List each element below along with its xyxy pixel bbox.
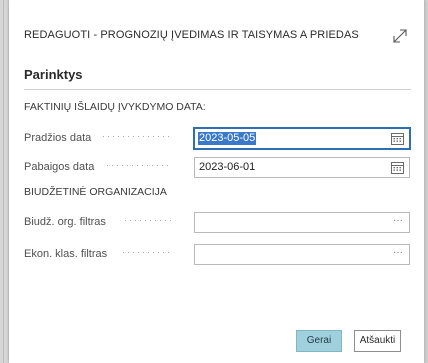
econ-filter-label: Ekon. klas. filtras <box>24 248 108 260</box>
cancel-button[interactable]: Atšaukti <box>354 330 401 352</box>
start-date-value: 2023-05-05 <box>198 132 257 145</box>
calendar-icon[interactable] <box>391 132 404 145</box>
dialog-title: REDAGUOTI - PROGNOZIŲ ĮVEDIMAS IR TAISYM… <box>24 29 359 41</box>
more-options-icon[interactable]: ··· <box>393 247 403 258</box>
leader-dots: ·········· <box>122 247 172 257</box>
leader-dots: ·············· <box>102 131 172 141</box>
section-title: Parinktys <box>24 67 83 82</box>
econ-filter-input[interactable]: ··· <box>194 244 410 265</box>
ok-button[interactable]: Gerai <box>296 330 342 352</box>
edit-dialog: REDAGUOTI - PROGNOZIŲ ĮVEDIMAS IR TAISYM… <box>9 0 424 363</box>
more-options-icon[interactable]: ··· <box>393 215 403 226</box>
end-date-row: Pabaigos data ············· 2023-06-01 <box>24 157 414 179</box>
start-date-label: Pradžios data <box>24 132 92 144</box>
leader-dots: ············· <box>106 160 171 170</box>
leader-dots: ·········· <box>124 215 174 225</box>
end-date-input[interactable]: 2023-06-01 <box>194 157 410 178</box>
group-label-budget-org: BIUDŽETINĖ ORGANIZACIJA <box>24 186 167 198</box>
end-date-value: 2023-06-01 <box>199 161 256 173</box>
background-page-edge <box>0 0 8 363</box>
econ-filter-row: Ekon. klas. filtras ·········· ··· <box>24 244 414 266</box>
org-filter-label: Biudž. org. filtras <box>24 216 106 228</box>
org-filter-row: Biudž. org. filtras ·········· ··· <box>24 212 414 234</box>
group-label-actual-date: FAKTINIŲ IŠLAIDŲ ĮVYKDYMO DATA: <box>24 101 206 113</box>
calendar-icon[interactable] <box>391 161 404 174</box>
expand-diagonal-arrow-icon[interactable] <box>391 27 409 45</box>
org-filter-input[interactable]: ··· <box>194 212 410 233</box>
start-date-row: Pradžios data ·············· 2023-05-05 <box>24 128 414 150</box>
background-divider <box>3 0 4 363</box>
section-divider <box>24 89 411 90</box>
end-date-label: Pabaigos data <box>24 161 95 173</box>
start-date-input[interactable]: 2023-05-05 <box>194 128 410 149</box>
